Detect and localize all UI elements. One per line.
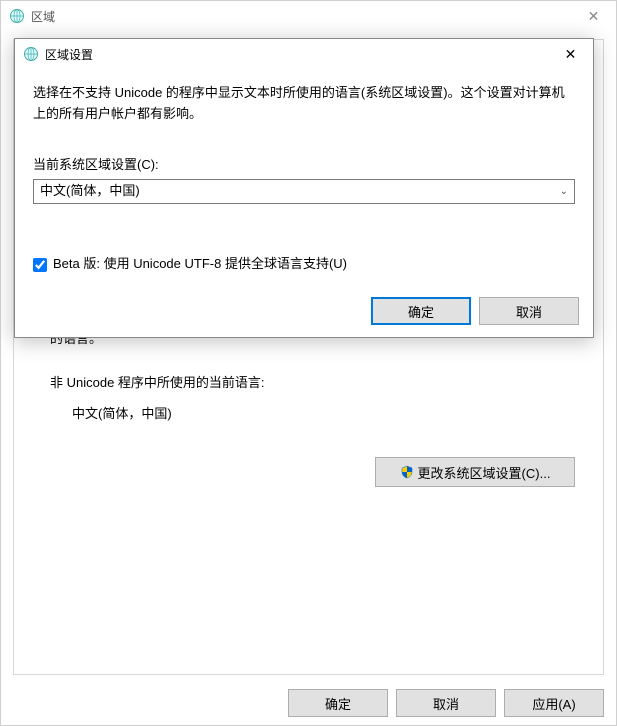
non-unicode-value: 中文(简体，中国) — [32, 403, 585, 422]
modal-content: 选择在不支持 Unicode 的程序中显示文本时所使用的语言(系统区域设置)。这… — [15, 69, 593, 289]
region-settings-dialog: 区域设置 ✕ 选择在不支持 Unicode 的程序中显示文本时所使用的语言(系统… — [14, 38, 594, 338]
parent-title: 区域 — [31, 8, 55, 25]
parent-button-row: 确定 取消 应用(A) — [288, 689, 604, 717]
modal-description: 选择在不支持 Unicode 的程序中显示文本时所使用的语言(系统区域设置)。这… — [33, 83, 575, 125]
locale-field-label: 当前系统区域设置(C): — [33, 155, 575, 176]
modal-cancel-button[interactable]: 取消 — [479, 297, 579, 325]
utf8-checkbox[interactable] — [33, 258, 47, 272]
change-locale-button[interactable]: 更改系统区域设置(C)... — [375, 457, 575, 487]
globe-icon — [9, 8, 25, 24]
modal-ok-button[interactable]: 确定 — [371, 297, 471, 325]
close-icon: ✕ — [588, 8, 600, 25]
utf8-checkbox-label: Beta 版: 使用 Unicode UTF-8 提供全球语言支持(U) — [53, 254, 347, 275]
globe-icon — [23, 46, 39, 62]
parent-apply-button[interactable]: 应用(A) — [504, 689, 604, 717]
close-icon: ✕ — [565, 46, 577, 63]
modal-button-row: 确定 取消 — [371, 297, 579, 325]
parent-close-button[interactable]: ✕ — [571, 1, 616, 31]
change-locale-label: 更改系统区域设置(C)... — [418, 463, 551, 482]
locale-combobox[interactable]: 中文(简体，中国) ⌄ — [33, 179, 575, 204]
modal-titlebar: 区域设置 ✕ — [15, 39, 593, 69]
locale-combobox-value: 中文(简体，中国) — [40, 181, 140, 202]
parent-titlebar: 区域 ✕ — [1, 1, 616, 31]
chevron-down-icon: ⌄ — [560, 184, 568, 200]
parent-cancel-button[interactable]: 取消 — [396, 689, 496, 717]
non-unicode-label: 非 Unicode 程序中所使用的当前语言: — [32, 372, 585, 391]
shield-icon — [400, 465, 414, 479]
parent-ok-button[interactable]: 确定 — [288, 689, 388, 717]
utf8-checkbox-row[interactable]: Beta 版: 使用 Unicode UTF-8 提供全球语言支持(U) — [33, 254, 575, 275]
modal-title: 区域设置 — [45, 46, 93, 63]
modal-close-button[interactable]: ✕ — [548, 39, 593, 69]
